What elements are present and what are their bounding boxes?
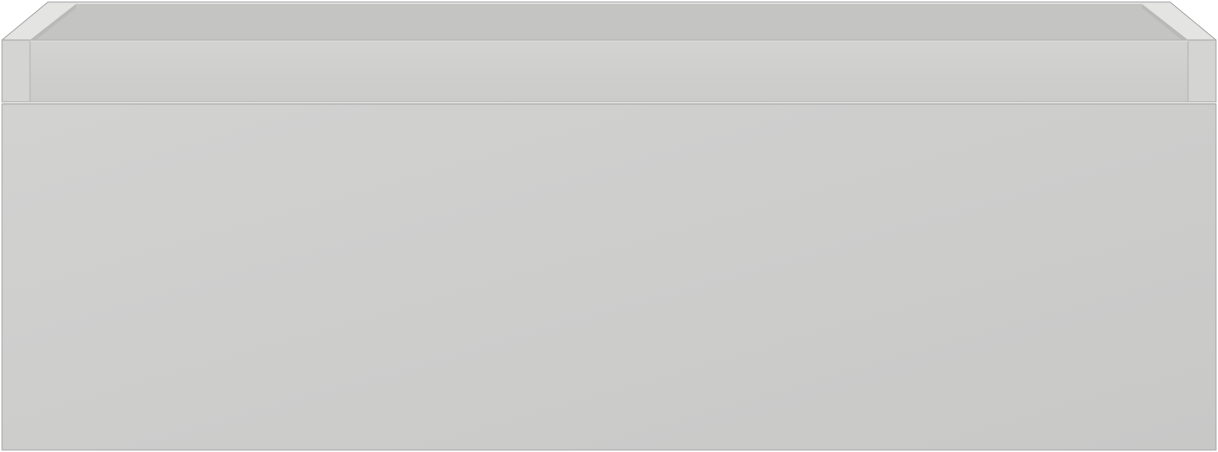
- product-render: [0, 0, 1218, 452]
- inner-back-wall: [30, 4, 1188, 40]
- left-side-post: [1, 39, 31, 103]
- right-side-post: [1187, 39, 1217, 103]
- drawer-box-front: [29, 39, 1189, 103]
- drawer-front-panel: [1, 103, 1217, 451]
- drawer-unit-illustration: [1, 1, 1217, 451]
